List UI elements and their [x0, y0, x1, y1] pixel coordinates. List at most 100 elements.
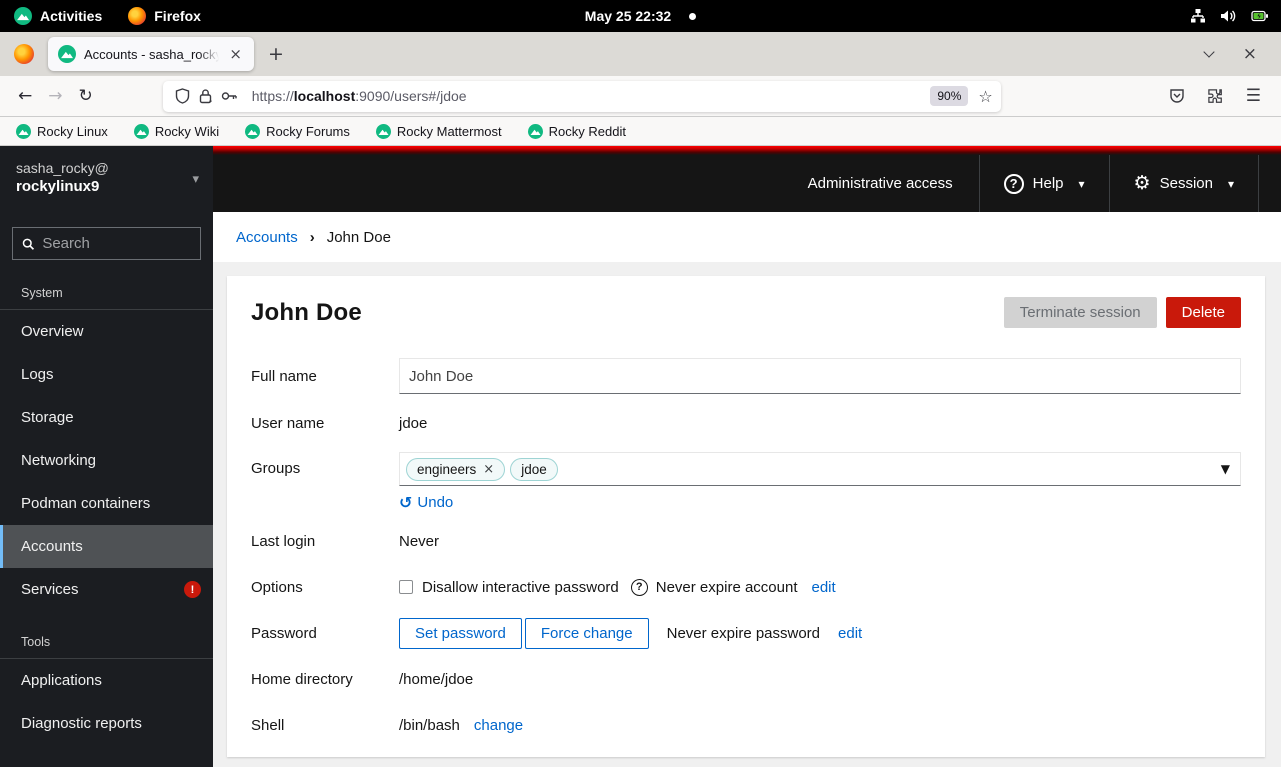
password-label: Password	[251, 624, 317, 642]
activities-button[interactable]: Activities	[14, 7, 102, 25]
host-switcher[interactable]: sasha_rocky@ rockylinux9 ▾	[0, 146, 213, 212]
sidebar-item-applications[interactable]: Applications	[0, 659, 213, 702]
bookmark-label: Rocky Mattermost	[396, 123, 502, 139]
back-button[interactable]: ←	[18, 86, 32, 106]
logged-in-user: sasha_rocky@	[16, 160, 109, 176]
terminate-session-button[interactable]: Terminate session	[1003, 297, 1157, 328]
sidebar-item-networking[interactable]: Networking	[0, 439, 213, 482]
tracking-shield-icon[interactable]	[175, 88, 190, 104]
rocky-favicon-icon	[245, 124, 260, 139]
sidebar-item-diagnostic-reports[interactable]: Diagnostic reports	[0, 702, 213, 745]
cockpit-sidebar: sasha_rocky@ rockylinux9 ▾ System Overvi…	[0, 146, 213, 767]
remove-group-icon[interactable]: ×	[483, 462, 494, 477]
user-name-value: jdoe	[399, 414, 428, 432]
rocky-favicon-icon	[528, 124, 543, 139]
firefox-icon	[14, 44, 34, 64]
sidebar-nav: System Overview Logs Storage Networking …	[0, 274, 213, 745]
home-directory-label: Home directory	[251, 670, 353, 688]
screen: Activities Firefox May 25 22:32 Accounts…	[0, 0, 1281, 767]
key-icon[interactable]	[221, 90, 238, 102]
system-tray[interactable]	[1190, 8, 1281, 24]
chevron-down-icon: ▾	[1227, 176, 1234, 191]
sidebar-item-storage[interactable]: Storage	[0, 396, 213, 439]
edit-account-expiry-link[interactable]: edit	[812, 579, 836, 596]
breadcrumb-accounts-link[interactable]: Accounts	[236, 229, 298, 246]
full-name-input[interactable]	[399, 358, 1241, 394]
bookmark-rocky-forums[interactable]: Rocky Forums	[245, 123, 350, 139]
disallow-password-label: Disallow interactive password	[422, 578, 619, 596]
groups-row: Groups engineers × jdoe ▼ ↺ Undo	[251, 452, 1241, 512]
pocket-icon[interactable]	[1169, 88, 1185, 104]
set-password-button[interactable]: Set password	[399, 617, 522, 649]
sidebar-item-services[interactable]: Services !	[0, 568, 213, 611]
firefox-toolbar: ← → ↻ https://localhost:9090/users#/jdoe…	[0, 76, 1281, 117]
services-alert-badge: !	[184, 581, 201, 598]
sidebar-item-podman-containers[interactable]: Podman containers	[0, 482, 213, 525]
group-chip-engineers: engineers ×	[406, 457, 506, 481]
chevron-down-icon: ▾	[1078, 176, 1085, 191]
bookmark-rocky-mattermost[interactable]: Rocky Mattermost	[376, 123, 502, 139]
help-menu[interactable]: ? Help ▾	[978, 155, 1109, 212]
account-details-card: John Doe Terminate session Delete Full n…	[227, 276, 1265, 757]
browser-tab[interactable]: Accounts - sasha_rocky@ ×	[48, 37, 254, 71]
groups-dropdown-caret-icon[interactable]: ▼	[1221, 462, 1230, 476]
sidebar-item-accounts[interactable]: Accounts	[0, 525, 213, 568]
list-tabs-chevron-icon[interactable]	[1203, 46, 1215, 58]
never-expire-account-text: Never expire account	[655, 578, 798, 596]
search-input[interactable]	[42, 235, 191, 252]
undo-link[interactable]: Undo	[417, 494, 453, 511]
bookmark-rocky-wiki[interactable]: Rocky Wiki	[134, 123, 219, 139]
bookmark-star-icon[interactable]: ☆	[978, 87, 992, 106]
host-caret-icon: ▾	[192, 172, 199, 187]
sidebar-item-logs[interactable]: Logs	[0, 353, 213, 396]
shell-label: Shell	[251, 716, 285, 734]
change-shell-link[interactable]: change	[474, 717, 523, 734]
rocky-favicon-icon	[134, 124, 149, 139]
forward-button[interactable]: →	[48, 86, 62, 106]
bookmark-label: Rocky Forums	[266, 123, 350, 139]
zoom-level-badge[interactable]: 90%	[930, 86, 969, 106]
extensions-puzzle-icon[interactable]	[1207, 88, 1224, 105]
firefox-app-menu[interactable]: Firefox	[128, 7, 201, 25]
bookmark-rocky-linux[interactable]: Rocky Linux	[16, 123, 108, 139]
search-icon	[22, 238, 35, 250]
edit-password-expiry-link[interactable]: edit	[838, 625, 862, 642]
sidebar-search[interactable]	[12, 227, 201, 260]
tab-close-icon[interactable]: ×	[227, 45, 244, 63]
bookmarks-bar: Rocky Linux Rocky Wiki Rocky Forums Rock…	[0, 117, 1281, 146]
connection-lock-icon[interactable]	[199, 88, 212, 104]
session-menu[interactable]: ⚙ Session ▾	[1108, 155, 1259, 212]
page-title: John Doe	[251, 298, 362, 326]
new-tab-button[interactable]: +	[268, 43, 284, 65]
admin-access-indicator[interactable]: Administrative access	[782, 155, 979, 212]
url-bar[interactable]: https://localhost:9090/users#/jdoe 90% ☆	[162, 80, 1001, 112]
tab-title: Accounts - sasha_rocky@	[84, 46, 220, 62]
password-row: Password Set password Force change Never…	[251, 616, 1241, 650]
nav-section-tools: Tools	[0, 623, 213, 659]
page-content: John Doe Terminate session Delete Full n…	[213, 262, 1281, 767]
sidebar-item-overview[interactable]: Overview	[0, 310, 213, 353]
force-change-button[interactable]: Force change	[524, 617, 649, 649]
undo-icon: ↺	[399, 493, 413, 512]
host-name: rockylinux9	[16, 178, 100, 196]
clock[interactable]: May 25 22:32	[585, 8, 671, 24]
reload-button[interactable]: ↻	[79, 86, 93, 106]
last-login-value: Never	[399, 532, 440, 550]
full-name-row: Full name	[251, 358, 1241, 394]
nav-section-system: System	[0, 274, 213, 310]
user-name-row: User name jdoe	[251, 406, 1241, 440]
groups-label: Groups	[251, 460, 301, 477]
activities-label: Activities	[40, 8, 103, 24]
rocky-logo-icon	[14, 7, 32, 25]
notification-dot-icon	[689, 12, 697, 20]
breadcrumb: Accounts › John Doe	[213, 212, 1281, 262]
disallow-password-checkbox[interactable]	[399, 580, 413, 594]
never-expire-password-text: Never expire password	[666, 624, 821, 642]
window-close-icon[interactable]: ×	[1243, 44, 1257, 64]
groups-select[interactable]: engineers × jdoe ▼	[399, 452, 1241, 486]
rocky-favicon-icon	[16, 124, 31, 139]
menu-hamburger-icon[interactable]: ☰	[1246, 86, 1261, 106]
delete-button[interactable]: Delete	[1165, 297, 1241, 328]
info-question-icon[interactable]: ?	[630, 578, 648, 596]
bookmark-rocky-reddit[interactable]: Rocky Reddit	[528, 123, 626, 139]
